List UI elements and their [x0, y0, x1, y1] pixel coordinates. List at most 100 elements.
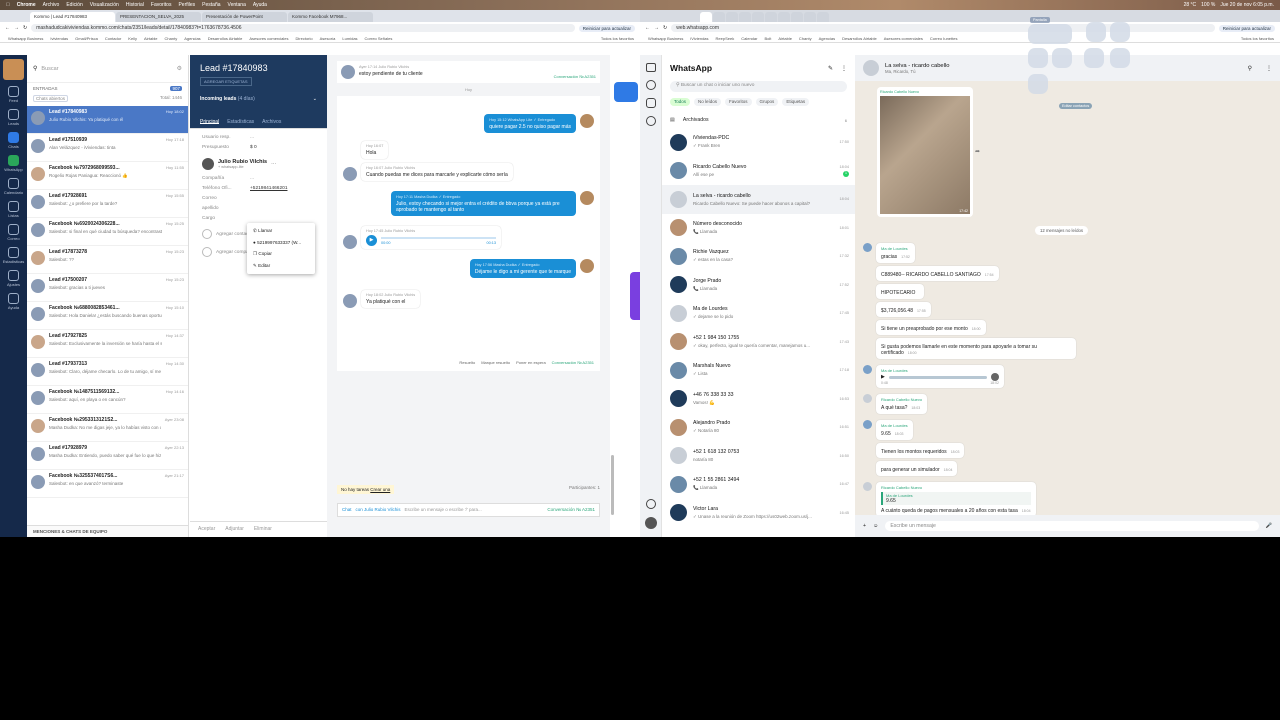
bookmark[interactable]: Gmail/Prisca: [75, 36, 98, 41]
bookmark[interactable]: Bolt: [764, 36, 771, 41]
bookmark[interactable]: Desarrollos Airtable: [842, 36, 877, 41]
tab-presentacion[interactable]: PRESENTACION_SELVA_2025: [116, 12, 201, 22]
bookmark[interactable]: ReepSeek: [716, 36, 735, 41]
chat-list-item[interactable]: Richie Vazquez ✓ estas en la casa? 17:32: [662, 242, 855, 271]
weather-status[interactable]: 28 °C: [1184, 2, 1197, 8]
restart-update-button[interactable]: Reiniciar para actualizar: [1218, 24, 1275, 32]
clock[interactable]: Jue 20 de nov 6:05 p.m.: [1220, 2, 1274, 8]
chat-list-item[interactable]: Lead #17500207 Salesbot: gracias a ti jue…: [27, 274, 188, 302]
bookmark[interactable]: Agencias: [819, 36, 835, 41]
chat-list-item[interactable]: Lead #17928691 Salesbot: ¿o prefiere por …: [27, 190, 188, 218]
chat-list-item[interactable]: Facebook №3255374017S6... Salesbot: en qu…: [27, 470, 188, 498]
filter-favoritos[interactable]: Favoritos: [725, 98, 752, 106]
overlay-control[interactable]: [1110, 48, 1130, 68]
message-bubble[interactable]: Ricardo Cabello Nuevo A qué tasa? 18:03: [876, 394, 928, 414]
bookmark[interactable]: Whatsapp Business: [8, 36, 43, 41]
composer[interactable]: Chat con Julio Rubio Vilchis Escribe un …: [337, 503, 600, 517]
menu-ayuda[interactable]: Ayuda: [253, 2, 267, 8]
bookmark[interactable]: Desarrollos Airtable: [208, 36, 243, 41]
menu-pestana[interactable]: Pestaña: [202, 2, 220, 8]
bookmark[interactable]: Chanty: [165, 36, 178, 41]
menu-call[interactable]: ✆ Llamar: [247, 225, 315, 237]
filter-etiquetas[interactable]: Etiquetas: [782, 98, 810, 106]
lead-title[interactable]: Lead #17840983: [200, 63, 317, 73]
overlay-control[interactable]: [1028, 24, 1072, 44]
menu-chrome[interactable]: Chrome: [17, 2, 36, 8]
sticker-icon[interactable]: ☺: [873, 523, 878, 529]
tab-archivos[interactable]: Archivos: [262, 119, 281, 125]
chat-list-item[interactable]: Alejandro Prado ✓ Notaría 80 16:51: [662, 413, 855, 442]
floating-help-button[interactable]: [614, 82, 638, 102]
chat-list-item[interactable]: Facebook №1487511569132... Salesbot: aquí…: [27, 386, 188, 414]
nav-mail[interactable]: Correo: [0, 224, 27, 241]
tab-whatsapp[interactable]: [700, 12, 712, 22]
accept-button[interactable]: Aceptar: [198, 526, 215, 533]
bookmark[interactable]: Asesores comerciales: [249, 36, 288, 41]
forward-icon[interactable]: →: [14, 25, 19, 31]
tab-kommo-facebook[interactable]: Kommo Facebook M7968...: [288, 12, 373, 22]
message-bubble[interactable]: Ma de Lourdes ▶ 0:48 18:02: [876, 365, 1004, 388]
menu-historial[interactable]: Historial: [126, 2, 144, 8]
tab-kommo-lead[interactable]: Kommo | Lead #17840983: [30, 12, 115, 22]
menu-edicion[interactable]: Edición: [66, 2, 82, 8]
field-value[interactable]: ...: [250, 176, 254, 181]
composer-input[interactable]: Escribe un mensaje o escribe '/' para...: [404, 507, 543, 513]
menu-ventana[interactable]: Ventana: [228, 2, 246, 8]
bookmark[interactable]: Airtable: [144, 36, 158, 41]
chat-list-item[interactable]: La selva - ricardo cabello Ricardo Cabell…: [662, 185, 855, 214]
gear-icon[interactable]: [646, 499, 656, 509]
bookmark[interactable]: Asesores comerciales: [884, 36, 923, 41]
bookmark[interactable]: Agencias: [184, 36, 200, 41]
tab[interactable]: [791, 12, 803, 22]
message-bubble[interactable]: Ma de Lourdes 9.65 18:03: [876, 420, 913, 440]
message-bubble[interactable]: $3,726,056.48 17:55: [876, 302, 931, 317]
bookmark[interactable]: Correo Señales: [365, 36, 393, 41]
tab-powerpoint[interactable]: Presentación de PowerPoint: [202, 12, 287, 22]
chats-icon[interactable]: [645, 63, 656, 72]
pipeline-stage[interactable]: Incoming leads: [200, 96, 236, 102]
menu-perfiles[interactable]: Perfiles: [178, 2, 195, 8]
nav-chats[interactable]: Chats: [0, 132, 27, 149]
chat-list-item[interactable]: Número desconocido 📞 Llamada 18:01: [662, 214, 855, 243]
field-value[interactable]: $ 0: [250, 145, 257, 150]
conversation-tag[interactable]: Conversación № A2351: [547, 507, 595, 513]
bookmark[interactable]: Iviviendas: [50, 36, 68, 41]
attach-icon[interactable]: +: [863, 523, 866, 529]
chat-list-item[interactable]: Lead #17928979 Masha Dudka: Entiendo, pue…: [27, 442, 188, 470]
chat-list-item[interactable]: +52 1 984 150 1755 ✓ okay, perfecto, igua…: [662, 328, 855, 357]
profile-avatar[interactable]: [645, 517, 657, 529]
communities-icon[interactable]: [645, 116, 656, 126]
message-bubble[interactable]: para generar un simulador 18:04: [876, 461, 958, 476]
menu-whatsapp[interactable]: ● 5219997633337 (W...: [247, 237, 315, 248]
hold-button[interactable]: Poner en espera: [516, 360, 546, 365]
channels-icon[interactable]: [645, 98, 656, 108]
search-input[interactable]: ⚲ Buscar un chat o iniciar uno nuevo: [670, 81, 847, 92]
bookmark[interactable]: Asesoría: [320, 36, 336, 41]
audio-progress[interactable]: [381, 236, 496, 239]
chat-list-item[interactable]: Ma de Lourdes ✓ dejame se lo pido 17:45: [662, 299, 855, 328]
bookmark[interactable]: Calendar: [741, 36, 757, 41]
chat-list-item[interactable]: Marshals Nuevo ✓ Lista 17:18: [662, 356, 855, 385]
tab[interactable]: [804, 12, 816, 22]
nav-stats[interactable]: Estadísticas: [0, 247, 27, 264]
overlay-control[interactable]: [1084, 48, 1104, 68]
back-icon[interactable]: ←: [645, 25, 650, 31]
filter-no-leidos[interactable]: No leídos: [694, 98, 722, 106]
chat-list-item[interactable]: Facebook №6880082853461... Salesbot: Hola…: [27, 302, 188, 330]
bookmark[interactable]: Lumidas: [342, 36, 357, 41]
reload-icon[interactable]: ↻: [663, 25, 667, 31]
overlay-control[interactable]: [1110, 22, 1130, 42]
scrollbar[interactable]: [611, 455, 614, 515]
conversation-tag[interactable]: Conversación № A2351: [554, 74, 596, 79]
microphone-icon[interactable]: 🎤: [1266, 523, 1272, 529]
create-task-link[interactable]: Crear una: [370, 487, 390, 492]
image-message[interactable]: Ricardo Cabello Nuevo 17:42: [877, 87, 973, 217]
composer-recipient[interactable]: con Julio Rubio Vilchis: [356, 507, 401, 513]
add-icon[interactable]: [202, 247, 212, 257]
chat-list-item[interactable]: Facebook №7972968099593... Rogelio Rojas …: [27, 162, 188, 190]
play-icon[interactable]: ▶: [366, 235, 377, 246]
forward-icon[interactable]: ➦: [975, 148, 980, 155]
delete-button[interactable]: Eliminar: [254, 526, 272, 533]
edit-contacts-chip[interactable]: Editar contactos: [1059, 103, 1093, 109]
battery-status[interactable]: 100 %: [1201, 2, 1215, 8]
